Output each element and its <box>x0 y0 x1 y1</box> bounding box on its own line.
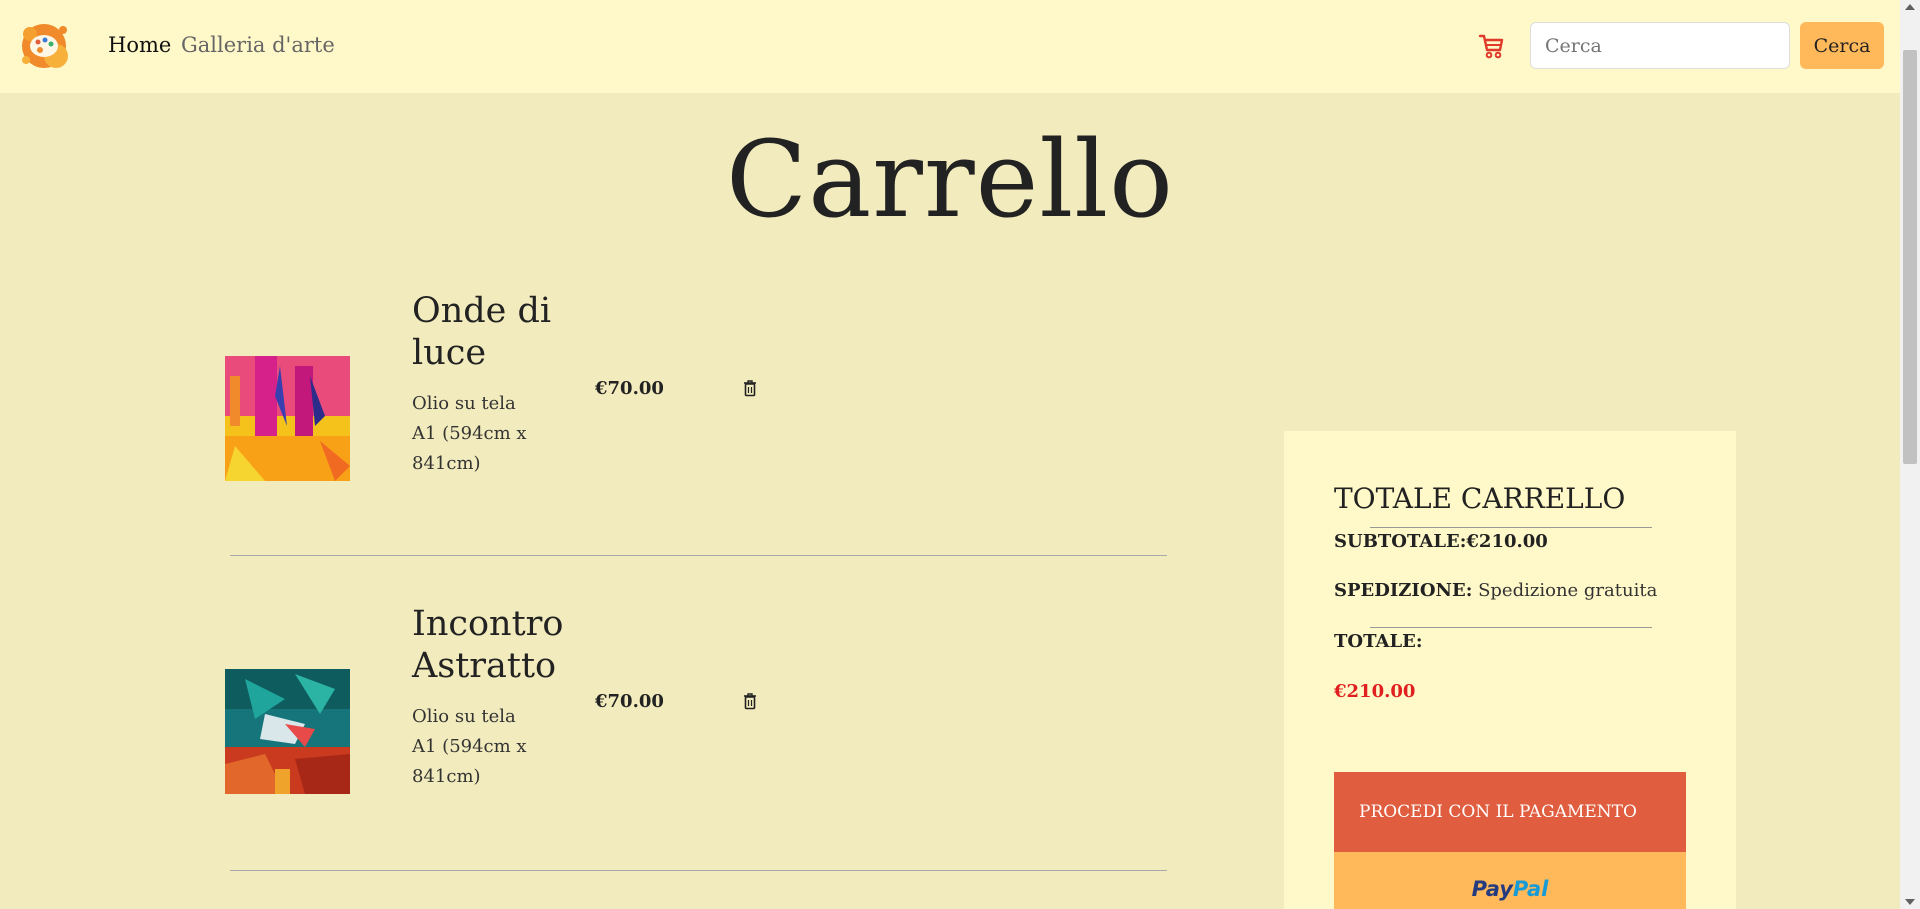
artwork-thumbnail[interactable] <box>225 356 350 481</box>
checkout-button[interactable]: PROCEDI CON IL PAGAMENTO <box>1334 772 1686 852</box>
item-name[interactable]: Onde di luce <box>412 290 562 374</box>
page-scrollbar[interactable] <box>1900 0 1920 909</box>
total-value: €210.00 <box>1334 681 1416 702</box>
shipping-label: SPEDIZIONE: <box>1334 580 1473 601</box>
total-label: TOTALE: <box>1334 631 1423 652</box>
paypal-button[interactable]: PayPal <box>1334 852 1686 909</box>
item-price: €70.00 <box>595 378 664 399</box>
paypal-logo-pal: Pal <box>1512 877 1549 901</box>
totals-divider <box>1370 527 1652 528</box>
nav-link-home[interactable]: Home <box>108 33 171 57</box>
subtotal-value: €210.00 <box>1466 531 1548 552</box>
item-divider <box>230 555 1167 556</box>
search-input[interactable] <box>1530 22 1790 69</box>
trash-icon[interactable] <box>742 692 758 710</box>
shipping-value: Spedizione gratuita <box>1478 580 1658 601</box>
item-price: €70.00 <box>595 691 664 712</box>
nav-link-gallery[interactable]: Galleria d'arte <box>181 33 335 57</box>
item-divider <box>230 870 1167 871</box>
item-technique: Olio su tela <box>412 393 516 414</box>
subtotal-label: SUBTOTALE: <box>1334 531 1467 552</box>
item-technique: Olio su tela <box>412 706 516 727</box>
scroll-up-arrow-icon[interactable] <box>1905 4 1915 10</box>
scroll-down-arrow-icon[interactable] <box>1905 899 1915 905</box>
totals-divider <box>1370 627 1652 628</box>
subtotal-row: SUBTOTALE:€210.00 <box>1334 531 1548 552</box>
search-button[interactable]: Cerca <box>1800 22 1884 69</box>
item-description: Olio su tela A1 (594cm x 841cm) <box>412 389 532 479</box>
item-size: A1 (594cm x 841cm) <box>412 736 527 787</box>
cart-totals-panel: TOTALE CARRELLO SUBTOTALE:€210.00 SPEDIZ… <box>1284 431 1736 909</box>
item-size: A1 (594cm x 841cm) <box>412 423 527 474</box>
paypal-logo-pay: Pay <box>1471 877 1513 901</box>
trash-icon[interactable] <box>742 379 758 397</box>
item-description: Olio su tela A1 (594cm x 841cm) <box>412 702 532 792</box>
cart-icon[interactable] <box>1478 32 1504 60</box>
item-name[interactable]: Incontro Astratto <box>412 603 563 687</box>
palette-logo-icon[interactable] <box>16 16 76 76</box>
scrollbar-thumb[interactable] <box>1903 50 1917 464</box>
totals-title: TOTALE CARRELLO <box>1334 482 1626 515</box>
artwork-thumbnail[interactable] <box>225 669 350 794</box>
page-title: Carrello <box>726 118 1174 241</box>
shipping-row: SPEDIZIONE: Spedizione gratuita <box>1334 580 1657 601</box>
navbar: Home Galleria d'arte Cerca <box>0 0 1900 93</box>
